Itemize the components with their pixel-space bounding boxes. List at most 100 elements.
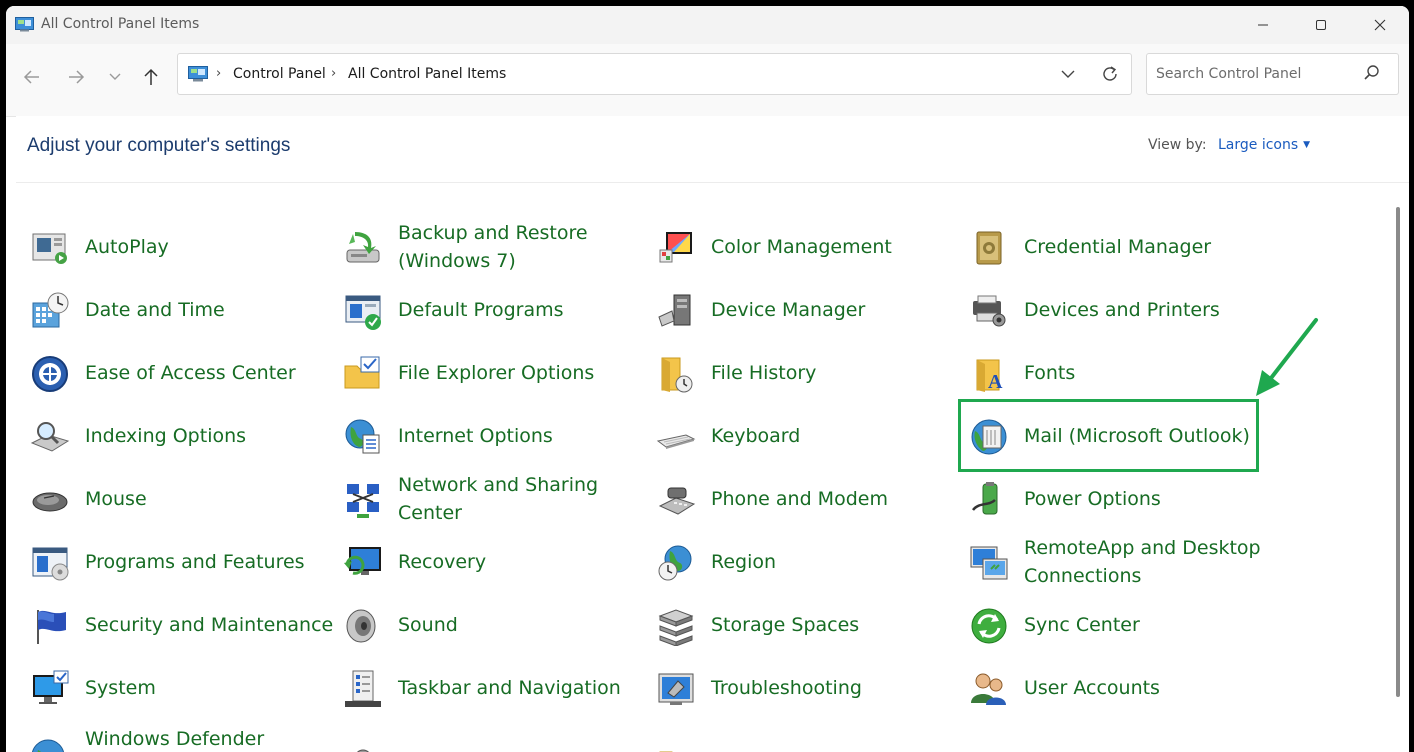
scrollbar-thumb[interactable]	[1396, 207, 1400, 697]
cp-item-partial-windows-tools[interactable]	[341, 723, 641, 752]
cp-item-power-options[interactable]: Power Options	[967, 471, 1267, 527]
forward-arrow-icon	[69, 70, 85, 84]
search-icon[interactable]	[1363, 64, 1381, 82]
cp-item-sync-center[interactable]: Sync Center	[967, 597, 1267, 653]
cp-item-indexing-options[interactable]: Indexing Options	[28, 408, 328, 464]
cp-item-recovery[interactable]: Recovery	[341, 534, 641, 590]
cp-item-label: Programs and Features	[85, 551, 305, 573]
indexing-options-icon	[30, 422, 70, 452]
cp-item-credential-manager[interactable]: Credential Manager	[967, 219, 1267, 275]
vertical-scrollbar[interactable]	[1389, 183, 1409, 752]
sound-icon	[346, 609, 376, 643]
cp-item-security-maintenance[interactable]: Security and Maintenance	[28, 597, 333, 653]
control-panel-location-icon	[188, 66, 208, 82]
cp-item-label: Keyboard	[711, 425, 801, 447]
cp-item-mail[interactable]: Mail (Microsoft Outlook)	[967, 408, 1267, 464]
breadcrumb-control-panel[interactable]: Control Panel	[233, 66, 326, 82]
header-band: Adjust your computer's settings View by:…	[16, 116, 1409, 183]
cp-item-label: Fonts	[1024, 362, 1076, 384]
mail-icon	[971, 419, 1007, 455]
cp-item-label: Troubleshooting	[711, 677, 862, 699]
cp-item-label: Date and Time	[85, 299, 225, 321]
cp-item-remoteapp[interactable]: RemoteApp and Desktop Connections	[967, 534, 1267, 590]
cp-item-label: Network and Sharing Center	[398, 474, 599, 524]
power-options-icon	[972, 482, 998, 515]
storage-spaces-icon	[658, 609, 694, 646]
cp-item-taskbar-navigation[interactable]: Taskbar and Navigation	[341, 660, 641, 716]
autoplay-icon	[32, 233, 67, 264]
back-button[interactable]	[15, 60, 49, 94]
color-management-icon	[659, 232, 692, 263]
troubleshooting-icon	[658, 673, 694, 705]
view-by-label: View by:	[1148, 137, 1207, 153]
default-programs-icon	[345, 295, 381, 330]
view-by-value: Large icons	[1218, 137, 1299, 153]
cp-item-device-manager[interactable]: Device Manager	[654, 282, 954, 338]
cp-item-system[interactable]: System	[28, 660, 328, 716]
maximize-button[interactable]	[1292, 6, 1350, 44]
close-icon	[1374, 19, 1386, 31]
cp-item-backup-restore[interactable]: Backup and Restore (Windows 7)	[341, 219, 641, 275]
cp-item-label: Internet Options	[398, 425, 553, 447]
address-bar[interactable]: › Control Panel › All Control Panel Item…	[177, 53, 1132, 95]
cp-item-default-programs[interactable]: Default Programs	[341, 282, 641, 338]
cp-item-region[interactable]: Region	[654, 534, 954, 590]
recent-locations-button[interactable]	[98, 60, 132, 94]
breadcrumb-all-items[interactable]: All Control Panel Items	[348, 66, 506, 82]
cp-item-network-sharing[interactable]: Network and Sharing Center	[341, 471, 641, 527]
cp-item-troubleshooting[interactable]: Troubleshooting	[654, 660, 954, 716]
close-button[interactable]	[1351, 6, 1409, 44]
search-box[interactable]	[1146, 53, 1399, 95]
view-by-dropdown[interactable]: Large icons ▼	[1218, 137, 1310, 153]
cp-item-label: Sound	[398, 614, 458, 636]
search-input[interactable]	[1156, 64, 1356, 84]
file-explorer-options-icon	[344, 356, 380, 389]
sync-center-icon	[971, 608, 1007, 644]
taskbar-navigation-icon	[345, 670, 381, 707]
cp-item-sound[interactable]: Sound	[341, 597, 641, 653]
cp-item-user-accounts[interactable]: User Accounts	[967, 660, 1267, 716]
date-time-icon	[32, 292, 69, 328]
items-grid: AutoPlay Backup and Restore (Windows 7) …	[16, 183, 1388, 752]
refresh-button[interactable]	[1092, 60, 1128, 88]
mouse-icon	[32, 492, 68, 512]
cp-item-autoplay[interactable]: AutoPlay	[28, 219, 328, 275]
cp-item-internet-options[interactable]: Internet Options	[341, 408, 641, 464]
dropdown-caret-icon: ▼	[1303, 140, 1311, 150]
title-bar[interactable]: All Control Panel Items	[6, 6, 1409, 44]
cp-item-label: Indexing Options	[85, 425, 247, 447]
cp-item-fonts[interactable]: A Fonts	[967, 345, 1267, 401]
navigation-toolbar: › Control Panel › All Control Panel Item…	[6, 44, 1409, 117]
cp-item-mouse[interactable]: Mouse	[28, 471, 328, 527]
cp-item-label: Devices and Printers	[1024, 299, 1220, 321]
cp-item-programs-features[interactable]: Programs and Features	[28, 534, 328, 590]
cp-item-date-time[interactable]: Date and Time	[28, 282, 328, 338]
system-icon	[33, 670, 69, 704]
recovery-icon	[344, 547, 381, 575]
cp-item-ease-of-access[interactable]: Ease of Access Center	[28, 345, 328, 401]
cp-item-label: AutoPlay	[85, 236, 169, 258]
cp-item-label: Backup and Restore (Windows 7)	[398, 222, 588, 272]
up-arrow-icon	[144, 68, 158, 85]
address-dropdown-button[interactable]	[1048, 60, 1088, 88]
back-arrow-icon	[23, 70, 39, 84]
minimize-button[interactable]	[1234, 6, 1292, 44]
cp-item-label: User Accounts	[1024, 677, 1160, 699]
cp-item-windows-defender[interactable]: Windows Defender	[28, 723, 328, 752]
cp-item-keyboard[interactable]: Keyboard	[654, 408, 954, 464]
forward-button[interactable]	[59, 60, 93, 94]
cp-item-devices-printers[interactable]: Devices and Printers	[967, 282, 1267, 338]
cp-item-label: RemoteApp and Desktop Connections	[1024, 537, 1261, 587]
cp-item-color-management[interactable]: Color Management	[654, 219, 954, 275]
cp-item-file-history[interactable]: File History	[654, 345, 954, 401]
cp-item-phone-modem[interactable]: Phone and Modem	[654, 471, 954, 527]
backup-restore-icon	[346, 232, 380, 263]
region-icon	[658, 545, 692, 581]
cp-item-label: Default Programs	[398, 299, 564, 321]
ease-of-access-icon	[32, 356, 68, 392]
chevron-down-icon	[1061, 70, 1075, 78]
up-button[interactable]	[134, 60, 168, 94]
cp-item-file-explorer-options[interactable]: File Explorer Options	[341, 345, 641, 401]
cp-item-partial-work-folders[interactable]	[654, 723, 954, 752]
cp-item-storage-spaces[interactable]: Storage Spaces	[654, 597, 954, 653]
